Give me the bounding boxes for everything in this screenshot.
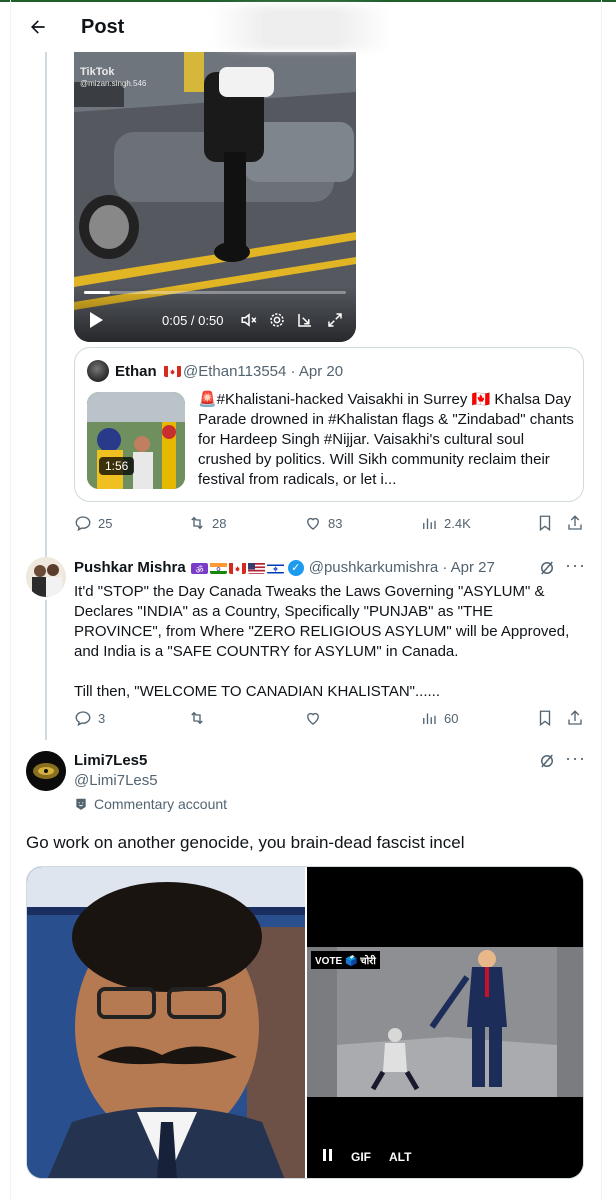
svg-text:ॐ: ॐ (195, 565, 203, 574)
tiktok-watermark: TikTok @mizan.singh.546 (80, 66, 147, 88)
video-progress-bar[interactable] (84, 291, 346, 294)
pause-icon (323, 1149, 332, 1161)
repost-icon (191, 516, 203, 530)
quoted-post[interactable]: Ethan @Ethan113554 · Apr 20 1:56 🚨#Khali… (74, 347, 584, 502)
settings-button[interactable] (268, 311, 286, 329)
reply-author-row: Pushkar Mishra ॐ ✓ @pushkarkumishra · Ap… (74, 559, 495, 576)
share-button[interactable] (566, 709, 590, 727)
avatar[interactable] (87, 360, 109, 382)
reply-button[interactable]: 3 (74, 709, 105, 727)
reply-icon (75, 711, 91, 727)
om-icon: ॐ (190, 562, 208, 574)
usa-flag-icon (247, 562, 265, 574)
share-button[interactable] (566, 514, 590, 532)
like-icon (307, 517, 319, 530)
page-header: Post (11, 2, 601, 52)
verified-badge-icon: ✓ (287, 559, 304, 576)
like-button[interactable] (304, 709, 328, 727)
repost-button[interactable]: 28 (188, 514, 226, 532)
repost-button[interactable] (188, 709, 212, 727)
grok-icon (541, 754, 553, 768)
more-icon: ··· (565, 748, 586, 768)
bookmark-button[interactable] (536, 709, 560, 727)
fullscreen-button[interactable] (326, 311, 344, 329)
pause-button[interactable] (323, 1149, 333, 1164)
reply-icon (75, 516, 91, 532)
gif-controls: GIF ALT (323, 1149, 429, 1164)
grok-icon (541, 561, 553, 575)
vote-tag: VOTE 🗳️ चोरी (311, 951, 380, 969)
share-icon (568, 710, 582, 725)
quoted-video-thumbnail[interactable]: 1:56 (87, 392, 185, 489)
back-arrow-icon (31, 20, 45, 34)
thread-line (45, 52, 47, 557)
thread-line (45, 600, 47, 740)
mute-icon (241, 313, 257, 327)
video-time: 0:05 / 0:50 (162, 313, 224, 328)
reply-handle-date[interactable]: @pushkarkumishra · Apr 27 (309, 559, 495, 576)
post-gif[interactable]: VOTE 🗳️ चोरी GIF ALT (307, 867, 583, 1178)
page-title: Post (81, 16, 125, 38)
alt-button[interactable]: ALT (389, 1150, 411, 1164)
canada-flag-icon (163, 365, 181, 377)
views-button[interactable]: 2.4K (420, 514, 471, 532)
gif-image (307, 867, 583, 1178)
reply-text: It'd "STOP" the Day Canada Tweaks the La… (74, 583, 570, 700)
pip-icon (298, 314, 311, 327)
quoted-author-name[interactable]: Ethan (115, 363, 183, 380)
post-author-name[interactable]: Limi7Les5 (74, 752, 147, 769)
profile-flags: ॐ (190, 562, 286, 574)
more-icon: ··· (565, 555, 586, 575)
like-button[interactable]: 83 (304, 514, 342, 532)
post-text: Go work on another genocide, you brain-d… (26, 833, 465, 852)
video-player[interactable]: TikTok @mizan.singh.546 0:05 / 0:50 (74, 52, 356, 342)
pip-button[interactable] (296, 311, 314, 329)
grok-button[interactable] (538, 752, 556, 775)
reply-actions: 3 60 (74, 709, 594, 731)
bookmark-icon (539, 710, 551, 727)
repost-icon (191, 711, 203, 725)
play-button[interactable] (88, 311, 104, 334)
quoted-post-text: 🚨#Khalistani-hacked Vaisakhi in Surrey 🇨… (198, 391, 574, 488)
canada-flag-icon (228, 562, 246, 574)
play-icon (90, 312, 103, 328)
reply-button[interactable]: 25 (74, 514, 112, 532)
settings-icon (270, 313, 284, 327)
post-actions: 25 28 83 2.4K (74, 514, 594, 536)
post-media-grid: VOTE 🗳️ चोरी GIF ALT (26, 866, 584, 1179)
more-button[interactable]: ··· (565, 555, 586, 576)
avatar[interactable] (26, 557, 66, 597)
post-author-handle[interactable]: @Limi7Les5 (74, 772, 158, 789)
more-button[interactable]: ··· (565, 748, 586, 769)
commentary-label: Commentary account (74, 796, 227, 812)
post-photo[interactable] (27, 867, 305, 1178)
views-icon (423, 518, 436, 529)
gif-label: GIF (351, 1149, 371, 1164)
mute-button[interactable] (240, 311, 258, 329)
share-icon (568, 515, 582, 530)
india-flag-icon (209, 562, 227, 574)
reply-author-name[interactable]: Pushkar Mishra (74, 559, 186, 576)
photo-image (27, 867, 305, 1178)
israel-flag-icon (266, 562, 284, 574)
quoted-handle-date[interactable]: @Ethan113554 · Apr 20 (183, 363, 343, 380)
bookmark-icon (539, 515, 551, 532)
views-button[interactable]: 60 (420, 709, 458, 727)
fullscreen-icon (328, 313, 342, 327)
avatar[interactable] (26, 751, 66, 791)
blurred-region (211, 6, 391, 50)
grok-button[interactable] (538, 559, 556, 582)
back-button[interactable] (25, 14, 51, 40)
bookmark-button[interactable] (536, 514, 560, 532)
video-duration-badge: 1:56 (99, 457, 135, 475)
like-icon (307, 712, 319, 725)
commentary-icon (76, 798, 86, 810)
video-progress-fill (84, 291, 111, 294)
views-icon (423, 713, 436, 724)
